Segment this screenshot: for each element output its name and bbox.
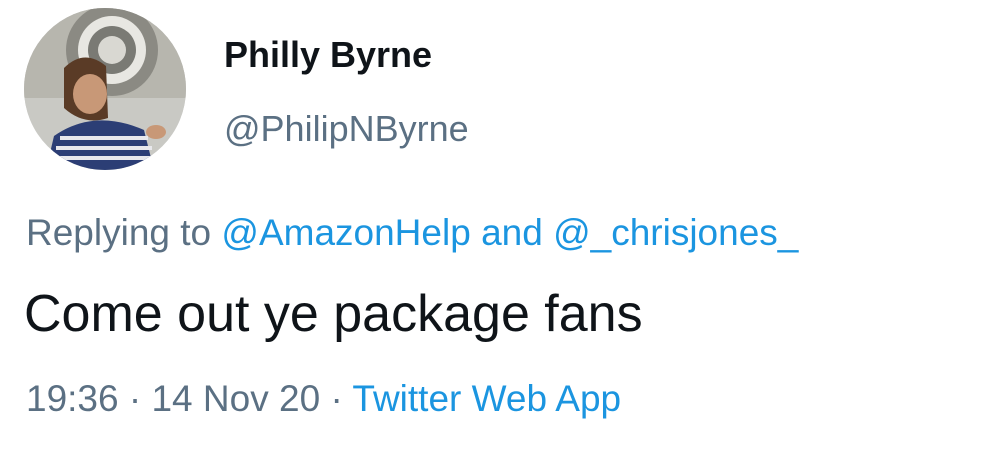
tweet-date[interactable]: 14 Nov 20 (151, 378, 320, 419)
tweet-source-link[interactable]: Twitter Web App (352, 378, 621, 419)
tweet-card: Philly Byrne @PhilipNByrne Replying to @… (0, 0, 1000, 456)
mention-link-amazonhelp[interactable]: @AmazonHelp (221, 212, 470, 253)
mention-link-chrisjones[interactable]: @_chrisjones_ (553, 212, 798, 253)
separator: · (330, 378, 343, 419)
reply-conjunction: and (481, 212, 543, 253)
tweet-time[interactable]: 19:36 (26, 378, 119, 419)
profile-photo-icon (24, 8, 186, 170)
replying-to-line: Replying to @AmazonHelp and @_chrisjones… (26, 212, 798, 254)
tweet-meta: 19:36 · 14 Nov 20 · Twitter Web App (26, 378, 621, 420)
user-handle[interactable]: @PhilipNByrne (224, 108, 469, 150)
separator: · (128, 378, 142, 419)
tweet-text: Come out ye package fans (24, 285, 643, 343)
replying-to-label: Replying to (26, 212, 212, 253)
avatar[interactable] (24, 8, 186, 170)
display-name[interactable]: Philly Byrne (224, 34, 432, 76)
